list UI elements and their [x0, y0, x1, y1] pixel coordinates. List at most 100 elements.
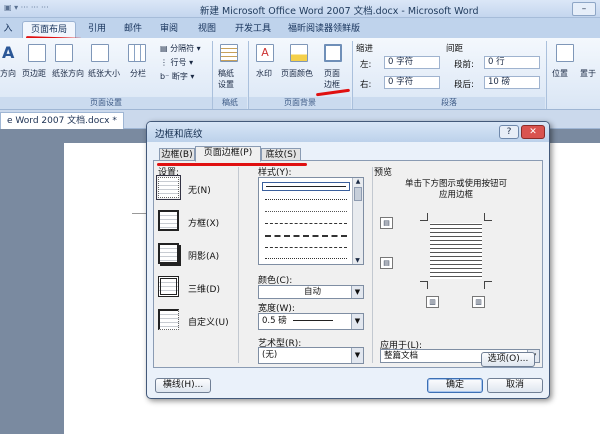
indent-right-label: 右: — [360, 80, 372, 90]
setting-custom-label: 自定义(U) — [188, 318, 229, 328]
text-direction-icon: A — [2, 43, 15, 62]
window-titlebar: ▣ ▾ ··· ··· ··· 新建 Microsoft Office Word… — [0, 0, 600, 18]
border-shadow-icon — [158, 243, 179, 264]
draft-paper-button[interactable]: 稿纸 — [218, 68, 234, 79]
setting-shadow[interactable] — [158, 243, 179, 264]
breaks-button[interactable]: ▤ 分隔符 ▾ — [160, 43, 201, 54]
borders-shading-dialog: 边框和底纹 ? ✕ 边框(B) 页面边框(P) 底纹(S) 设置: 无(N) 方… — [146, 121, 550, 399]
style-option-dash-dot[interactable] — [265, 247, 347, 248]
indent-left-input[interactable]: 0 字符 — [384, 56, 440, 69]
spacing-label: 间距 — [446, 44, 464, 54]
style-solid-line — [266, 186, 346, 187]
left-border-button[interactable]: ▥ — [426, 296, 439, 308]
setting-custom[interactable] — [158, 309, 179, 330]
border-box-icon — [158, 210, 179, 231]
ribbon-tab-bar: 入 页面布局 引用 邮件 审阅 视图 开发工具 福昕阅读器领鲜版 — [0, 18, 600, 38]
tab-page-border[interactable]: 页面边框(P) — [195, 146, 261, 162]
minimize-button[interactable]: – — [572, 2, 596, 16]
dialog-titlebar: 边框和底纹 ? ✕ — [147, 122, 549, 142]
orientation-button[interactable]: 纸张方向 — [52, 68, 84, 79]
right-border-button[interactable]: ▥ — [472, 296, 485, 308]
margins-button[interactable]: 页边距 — [22, 68, 46, 79]
options-button[interactable]: 选项(O)... — [481, 352, 535, 367]
art-select[interactable]: (无) ▼ — [258, 347, 364, 364]
border-3d-icon — [158, 276, 179, 297]
style-option-dash-dot-dot[interactable] — [265, 258, 347, 259]
group-label-page-background: 页面背景 — [249, 97, 351, 109]
space-after-label: 段后: — [454, 80, 474, 90]
style-list-scrollbar[interactable]: ▲ ▼ — [352, 178, 363, 264]
page-borders-button-line2: 边框 — [324, 80, 340, 89]
red-underline-mark — [157, 163, 307, 166]
setting-box[interactable] — [158, 210, 179, 231]
style-option-dotted[interactable] — [265, 199, 347, 200]
setting-shadow-label: 阴影(A) — [188, 252, 220, 262]
line-numbers-icon: ⋮ — [160, 58, 171, 67]
style-option-selected[interactable] — [262, 182, 350, 191]
group-label-paragraph: 段落 — [353, 97, 545, 109]
ribbon-panel: A 方向 页边距 纸张方向 纸张大小 分栏 ▤ 分隔符 ▾ ⋮ 行号 ▾ b⁻ … — [0, 38, 600, 110]
tab-view[interactable]: 视图 — [192, 21, 222, 38]
group-label-page-setup: 页面设置 — [0, 97, 212, 109]
ok-button[interactable]: 确定 — [427, 378, 483, 393]
horizontal-line-button[interactable]: 横线(H)... — [155, 378, 211, 393]
style-option-long-dash[interactable] — [265, 235, 347, 237]
width-select[interactable]: 0.5 磅 ▼ — [258, 313, 364, 330]
indent-right-input[interactable]: 0 字符 — [384, 76, 440, 89]
width-line-sample — [292, 320, 333, 321]
space-after-input[interactable]: 10 磅 — [484, 76, 540, 89]
page-color-icon — [290, 44, 308, 62]
tab-developer[interactable]: 开发工具 — [230, 21, 276, 38]
position-icon — [556, 44, 574, 62]
preview-diagram[interactable] — [420, 213, 492, 289]
left-border-icon: ▥ — [429, 298, 436, 306]
close-button[interactable]: ✕ — [521, 125, 545, 139]
bottom-border-button[interactable]: ▤ — [380, 257, 393, 269]
style-option-fine-dotted[interactable] — [265, 211, 347, 212]
position-button[interactable]: 位置 — [552, 68, 568, 79]
corner-mark — [484, 213, 492, 221]
setting-none[interactable] — [156, 175, 181, 200]
style-list[interactable]: ▲ ▼ — [258, 177, 364, 265]
dialog-title: 边框和底纹 — [155, 129, 203, 140]
tab-mailings[interactable]: 邮件 — [118, 21, 148, 38]
tab-foxit-reader[interactable]: 福昕阅读器领鲜版 — [286, 21, 362, 38]
page-color-button[interactable]: 页面颜色 — [281, 68, 313, 79]
color-select[interactable]: 自动 ▼ — [258, 285, 364, 299]
columns-button[interactable]: 分栏 — [130, 68, 146, 79]
style-option-dashed[interactable] — [265, 223, 347, 224]
page-borders-button[interactable]: 页面 — [324, 68, 340, 79]
columns-icon — [128, 44, 146, 62]
divider — [238, 167, 239, 363]
tab-insert[interactable]: 入 — [0, 21, 16, 38]
line-numbers-button[interactable]: ⋮ 行号 ▾ — [160, 57, 193, 68]
tab-references[interactable]: 引用 — [82, 21, 112, 38]
right-border-icon: ▥ — [475, 298, 482, 306]
breaks-icon: ▤ — [160, 44, 171, 53]
quick-access-toolbar[interactable]: ▣ ▾ ··· ··· ··· — [4, 3, 94, 15]
cancel-button[interactable]: 取消 — [487, 378, 543, 393]
corner-mark — [420, 281, 428, 289]
orientation-icon — [55, 44, 73, 62]
hyphenation-button[interactable]: b⁻ 断字 ▾ — [160, 71, 194, 82]
setting-3d[interactable] — [158, 276, 179, 297]
margins-icon — [28, 44, 46, 62]
tab-review[interactable]: 审阅 — [154, 21, 184, 38]
watermark-button[interactable]: 水印 — [256, 68, 272, 79]
chevron-down-icon: ▼ — [351, 348, 363, 363]
text-direction-label[interactable]: 方向 — [0, 68, 16, 79]
space-before-input[interactable]: 0 行 — [484, 56, 540, 69]
scroll-up-icon[interactable]: ▲ — [353, 178, 363, 185]
text-direction-button[interactable]: A — [2, 44, 20, 62]
indent-left-label: 左: — [360, 60, 372, 70]
scroll-down-icon[interactable]: ▼ — [353, 257, 362, 264]
help-button[interactable]: ? — [499, 125, 519, 139]
page-borders-icon — [324, 44, 342, 62]
hyphenation-icon: b⁻ — [160, 72, 172, 81]
top-border-button[interactable]: ▤ — [380, 217, 393, 229]
document-tab[interactable]: e Word 2007 文档.docx * — [0, 112, 124, 129]
preview-hint: 单击下方图示或使用按钮可应用边框 — [404, 179, 507, 200]
bring-front-button[interactable]: 置于 — [580, 68, 596, 79]
scroll-thumb[interactable] — [354, 187, 362, 201]
paper-size-button[interactable]: 纸张大小 — [88, 68, 120, 79]
